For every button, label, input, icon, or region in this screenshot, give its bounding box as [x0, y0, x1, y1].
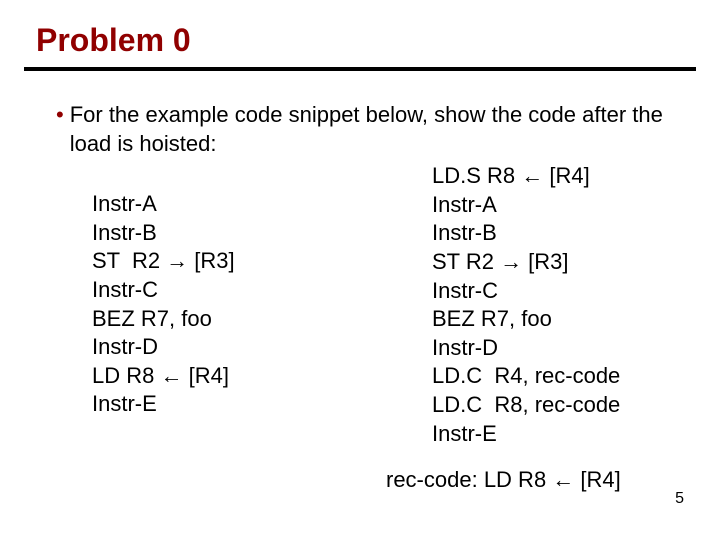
bullet-marker: •: [56, 101, 70, 158]
code-right-column: LD.S R8 ← [R4] Instr-A Instr-B ST R2 → […: [432, 162, 672, 448]
slide-title: Problem 0: [0, 0, 720, 67]
page-number: 5: [675, 490, 684, 508]
bullet-text: For the example code snippet below, show…: [70, 101, 672, 158]
code-left-column: Instr-A Instr-B ST R2 → [R3] Instr-C BEZ…: [56, 162, 432, 448]
rec-code-line: rec-code: LD R8 ← [R4]: [56, 466, 672, 495]
bullet-1: • For the example code snippet below, sh…: [56, 101, 672, 158]
